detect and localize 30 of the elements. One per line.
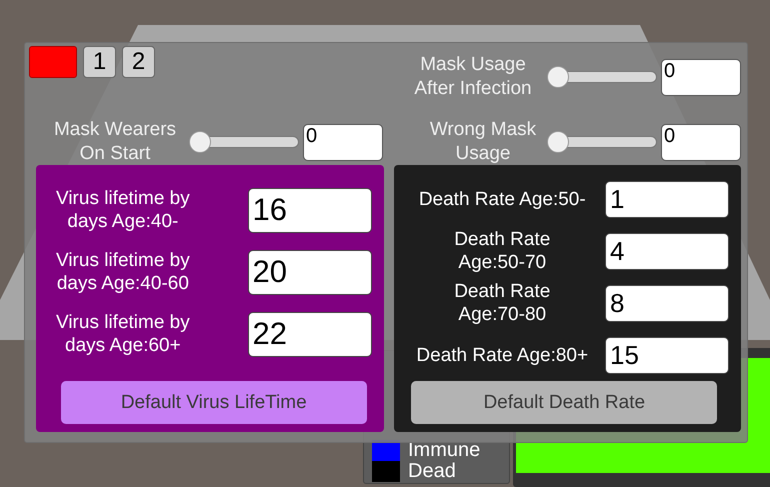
field-label: Death Rate Age:50-70: [453, 228, 552, 274]
input-field[interactable]: 16: [248, 188, 372, 232]
slider-label: Wrong Mask Usage: [428, 118, 538, 166]
default-death-rate-button[interactable]: Default Death Rate: [411, 381, 718, 424]
input-field[interactable]: 1: [605, 180, 729, 218]
field-label: Death Rate Age:70-80: [453, 280, 552, 326]
input-field[interactable]: 8: [605, 284, 729, 322]
input-field[interactable]: 4: [605, 232, 729, 270]
legend-label: Dead: [408, 461, 456, 482]
page-button[interactable]: 1: [83, 46, 116, 78]
input-field[interactable]: 0: [661, 58, 741, 96]
legend-label: Immune: [408, 440, 480, 461]
field-label: Death Rate Age:50-: [418, 188, 587, 210]
input-field[interactable]: 0: [303, 124, 383, 160]
field-label: Virus lifetime by days Age:40-60: [56, 249, 190, 295]
page-button[interactable]: 2: [122, 46, 155, 78]
slider-label: Mask Usage After Infection: [413, 53, 533, 101]
slider[interactable]: [189, 131, 299, 153]
input-field[interactable]: 20: [248, 250, 372, 294]
color-button[interactable]: [29, 46, 77, 78]
default-virus-lifetime-button[interactable]: Default Virus LifeTime: [60, 381, 367, 424]
field-label: Virus lifetime by days Age:60+: [56, 311, 190, 357]
input-field[interactable]: 22: [248, 312, 372, 356]
slider[interactable]: [547, 131, 657, 153]
input-field[interactable]: 15: [605, 336, 729, 374]
field-label: Virus lifetime by days Age:40-: [56, 187, 190, 233]
slider-label: Mask Wearers On Start: [52, 118, 178, 166]
field-label: Death Rate Age:80+: [415, 344, 590, 366]
input-field[interactable]: 0: [661, 124, 741, 160]
slider[interactable]: [547, 66, 657, 88]
